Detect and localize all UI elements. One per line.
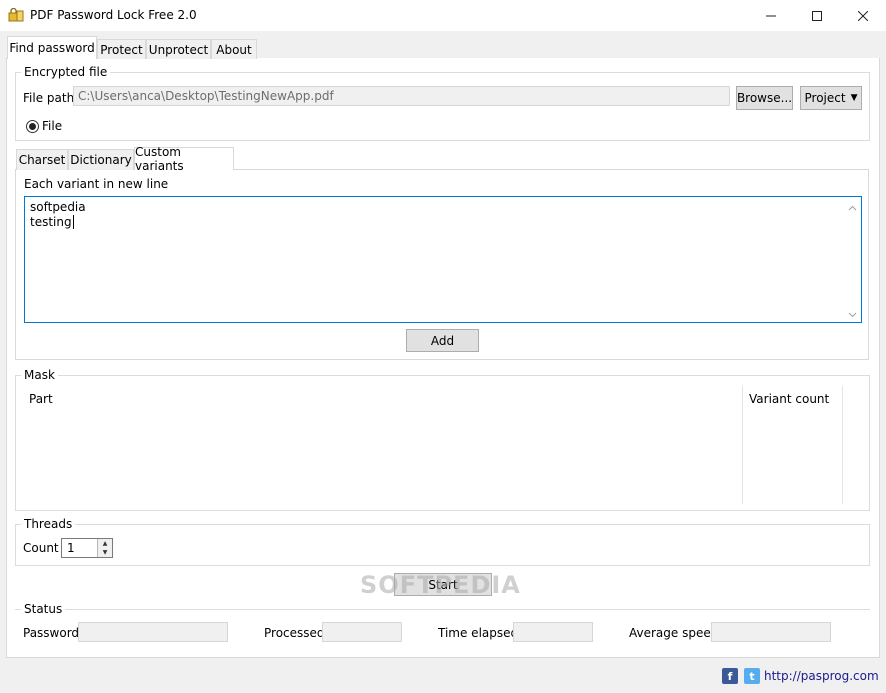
variant-line: testing [30, 215, 74, 229]
project-button[interactable]: Project ▼ [800, 86, 862, 110]
count-stepper[interactable]: 1 ▲ ▼ [61, 538, 113, 558]
password-label: Password [23, 626, 80, 640]
column-header-variant-count[interactable]: Variant count [749, 392, 829, 406]
add-button[interactable]: Add [406, 329, 479, 352]
encrypted-file-title: Encrypted file [21, 65, 111, 79]
maximize-button[interactable] [794, 0, 840, 31]
scroll-up-arrow-icon[interactable] [848, 202, 857, 211]
processed-field [322, 622, 402, 642]
close-icon [858, 10, 868, 21]
facebook-icon[interactable]: f [722, 668, 738, 684]
project-label: Project [804, 91, 846, 105]
status-title: Status [21, 602, 66, 616]
window-title: PDF Password Lock Free 2.0 [30, 8, 197, 22]
title-bar: PDF Password Lock Free 2.0 [0, 0, 886, 31]
tab-dictionary[interactable]: Dictionary [68, 149, 134, 170]
tab-find-password[interactable]: Find password [7, 36, 97, 59]
variants-textarea[interactable]: softpedia testing [24, 196, 862, 323]
radio-selected-icon [26, 119, 39, 133]
minimize-icon [766, 11, 776, 21]
time-elapsed-field [513, 622, 593, 642]
column-separator [842, 386, 843, 504]
average-speed-label: Average speed [629, 626, 719, 640]
password-field [78, 622, 228, 642]
tab-about[interactable]: About [211, 39, 257, 59]
website-link[interactable]: http://pasprog.com [764, 669, 879, 683]
count-value: 1 [67, 541, 75, 555]
tab-charset[interactable]: Charset [16, 149, 68, 170]
dropdown-arrow-icon: ▼ [850, 93, 858, 103]
threads-group [15, 524, 870, 566]
spin-down-icon[interactable]: ▼ [97, 548, 112, 557]
file-path-label: File path [23, 91, 75, 105]
variants-scrollbar[interactable] [844, 197, 861, 322]
app-lock-icon [8, 7, 24, 22]
variants-instruction: Each variant in new line [24, 177, 169, 191]
tab-custom-variants[interactable]: Custom variants [134, 145, 234, 173]
column-header-part[interactable]: Part [29, 392, 53, 406]
file-path-field[interactable]: C:\Users\anca\Desktop\TestingNewApp.pdf [73, 86, 730, 106]
column-separator [742, 386, 743, 504]
mask-title: Mask [21, 368, 58, 382]
file-radio[interactable]: File [26, 119, 62, 133]
time-elapsed-label: Time elapsed [438, 626, 519, 640]
browse-button[interactable]: Browse... [736, 86, 793, 110]
scroll-down-arrow-icon[interactable] [848, 308, 857, 318]
close-button[interactable] [840, 0, 886, 31]
minimize-button[interactable] [748, 0, 794, 31]
variant-line: softpedia [30, 200, 86, 214]
file-radio-label: File [42, 119, 63, 133]
average-speed-field [711, 622, 831, 642]
count-label: Count [23, 541, 59, 555]
threads-title: Threads [21, 517, 76, 531]
tab-unprotect[interactable]: Unprotect [146, 39, 211, 59]
processed-label: Processed [264, 626, 325, 640]
softpedia-watermark: SOFTPEDIA [360, 571, 521, 599]
tab-protect[interactable]: Protect [97, 39, 146, 59]
spin-up-icon[interactable]: ▲ [97, 539, 112, 548]
maximize-icon [812, 10, 822, 21]
twitter-icon[interactable]: t [744, 668, 760, 684]
